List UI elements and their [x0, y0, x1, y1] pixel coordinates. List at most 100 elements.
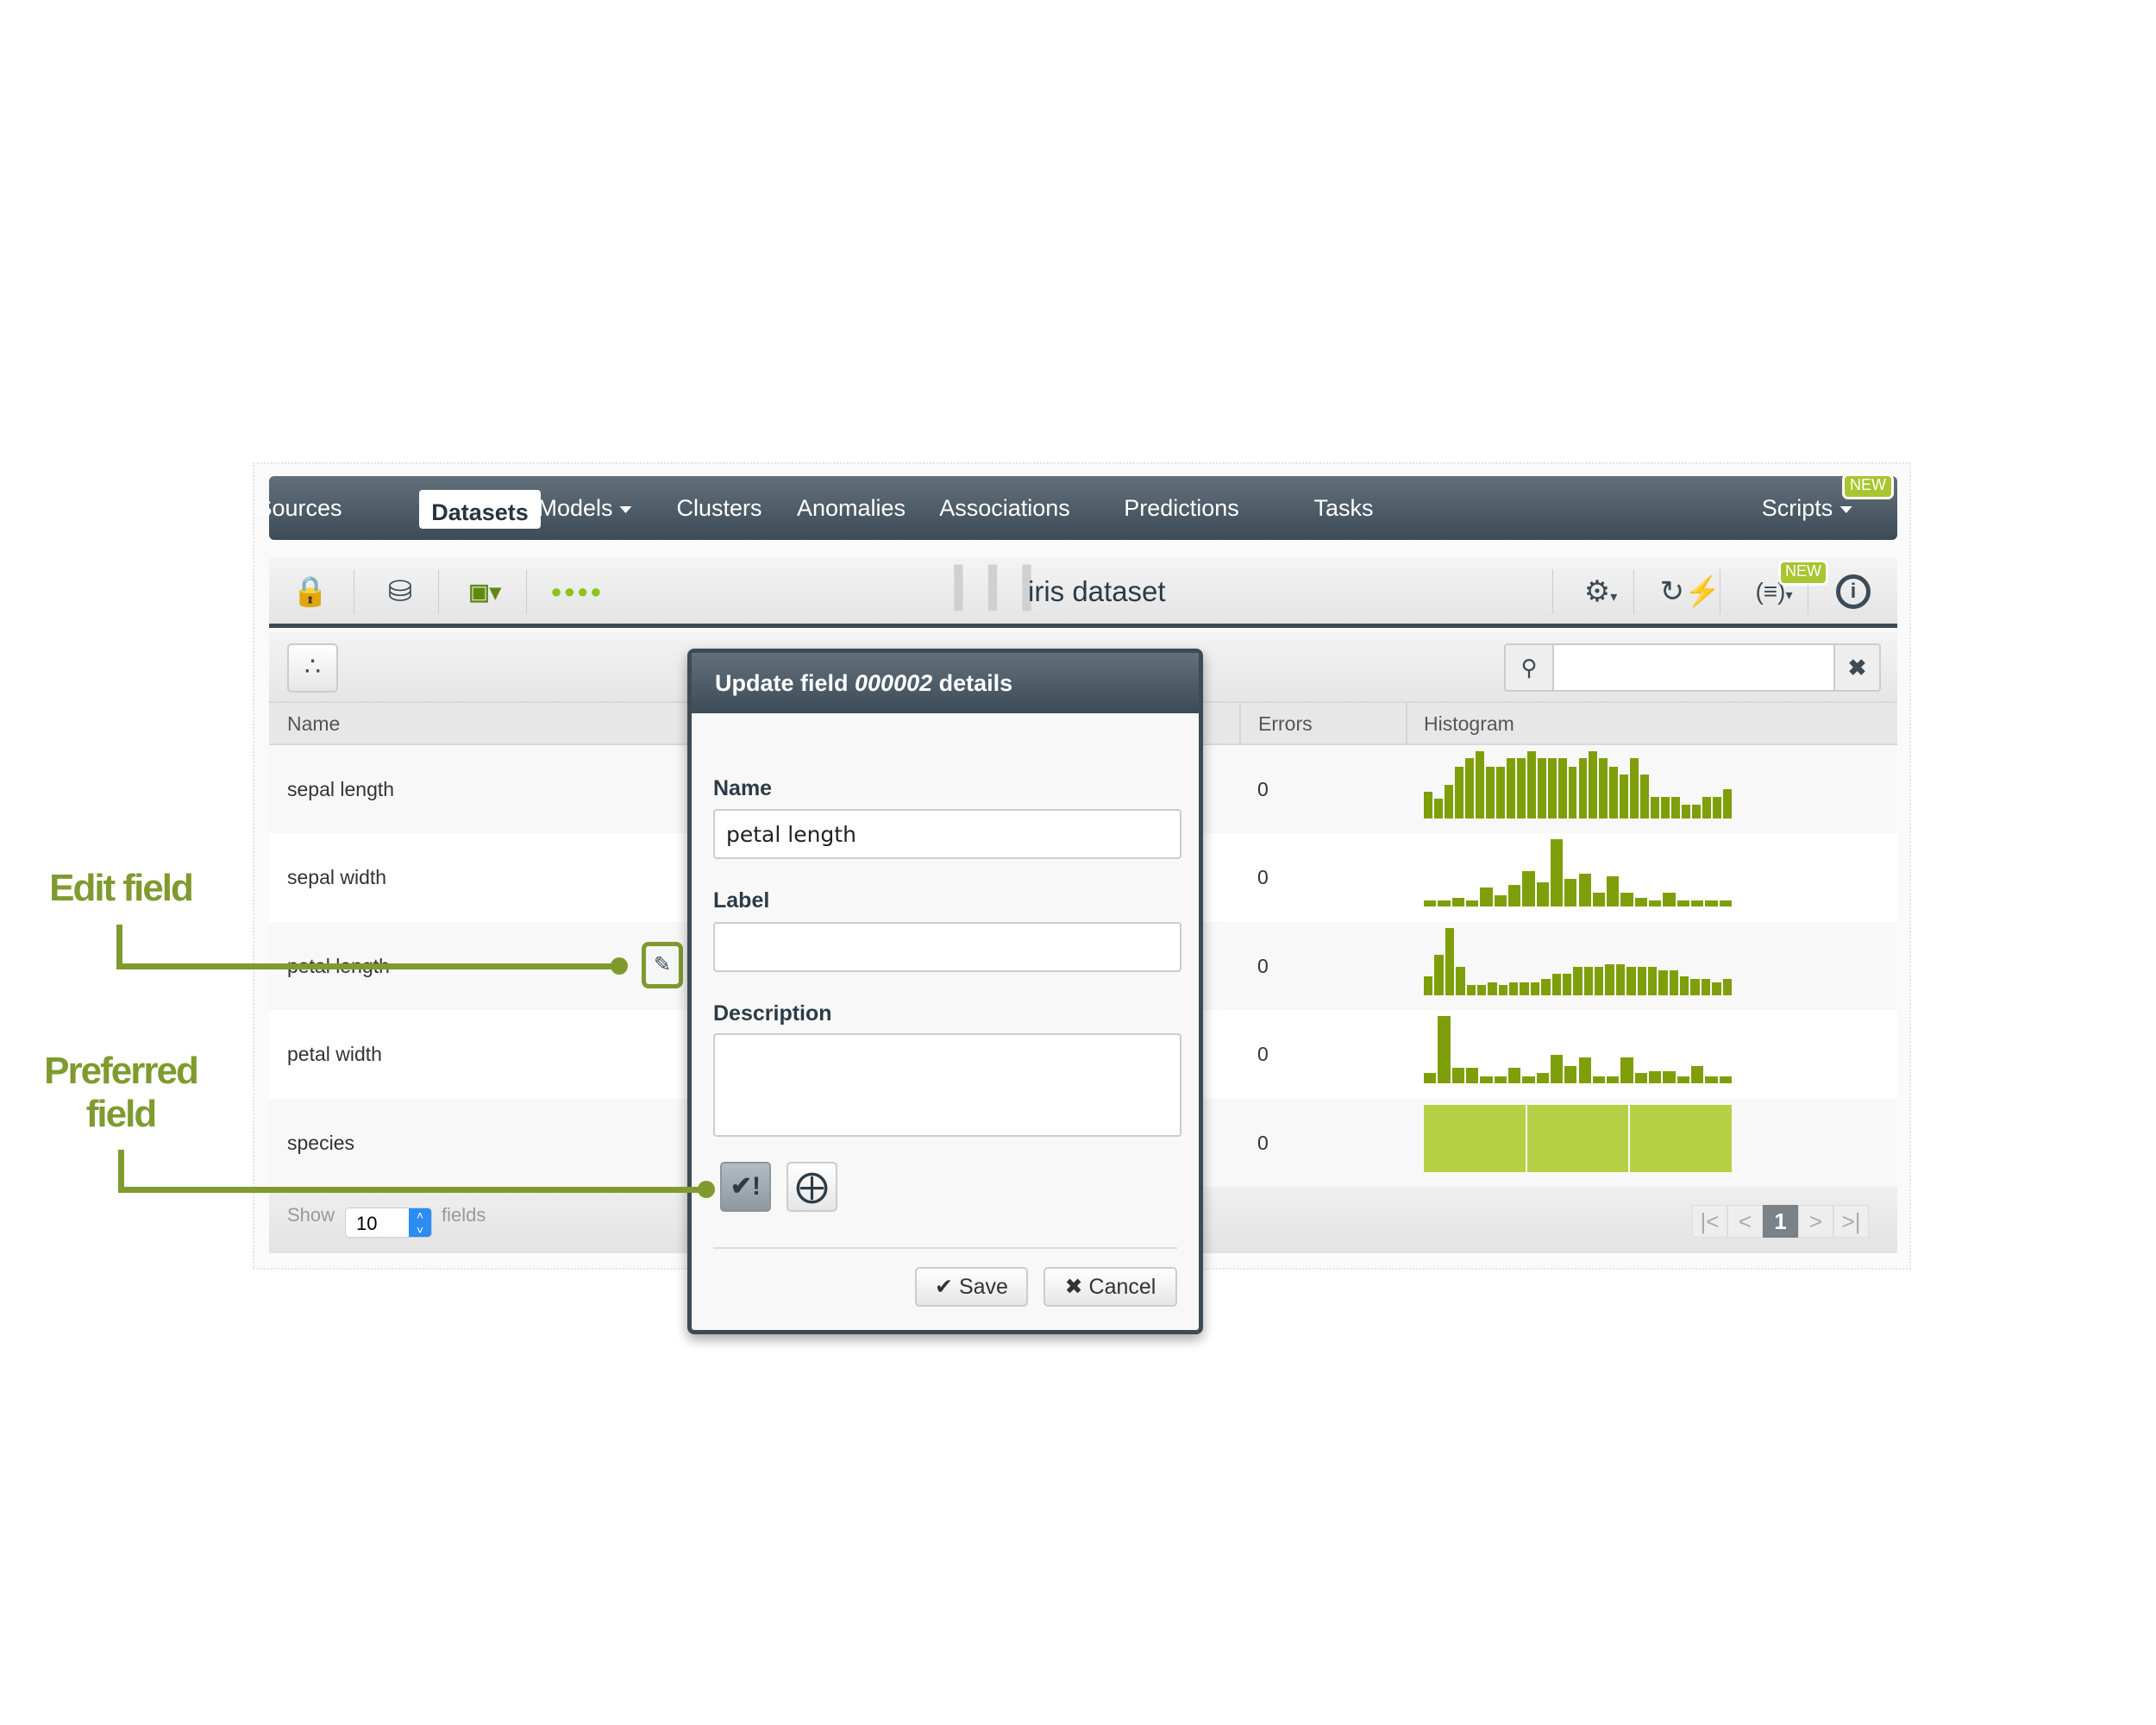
histogram-bar — [1671, 797, 1681, 819]
histogram-bar — [1536, 1073, 1549, 1084]
clear-search-icon[interactable]: ✖ — [1835, 645, 1879, 690]
divider — [1552, 569, 1553, 614]
histogram-bar — [1480, 887, 1493, 907]
histogram-bar — [1494, 1076, 1507, 1084]
histogram-bar — [1550, 1054, 1564, 1084]
histogram-bar — [1578, 874, 1591, 907]
histogram-bar — [1564, 879, 1577, 907]
histogram-bar — [1713, 797, 1722, 819]
nav-clusters[interactable]: Clusters — [676, 476, 761, 540]
objective-field-button[interactable]: ⨁ — [787, 1162, 837, 1212]
histogram-bar — [1605, 963, 1614, 995]
new-badge: NEW — [1842, 474, 1894, 499]
next-page-button[interactable]: > — [1798, 1205, 1833, 1238]
histogram-bar — [1526, 751, 1536, 819]
nav-associations[interactable]: Associations — [939, 476, 1070, 540]
dots-icon: ●●●● — [550, 580, 604, 602]
cancel-button[interactable]: ✖ Cancel — [1044, 1267, 1177, 1307]
name-input[interactable] — [713, 809, 1181, 859]
histogram-bar — [1444, 785, 1453, 819]
title-suffix: details — [932, 670, 1013, 696]
description-textarea[interactable] — [713, 1033, 1181, 1137]
histogram-bar — [1637, 967, 1646, 995]
histogram-bar — [1562, 973, 1572, 995]
histogram-bar — [1424, 791, 1432, 819]
save-button[interactable]: ✔ Save — [915, 1267, 1028, 1307]
histogram-bar — [1677, 1076, 1690, 1084]
chevron-down-icon — [619, 505, 632, 513]
prev-page-button[interactable]: < — [1727, 1205, 1763, 1238]
histogram-bar — [1620, 1057, 1633, 1084]
gear-icon[interactable]: ⚙▾ — [1584, 574, 1618, 615]
histogram-bar — [1530, 982, 1540, 995]
sort-numbers-icon[interactable]: ▣▾ — [468, 574, 501, 609]
histogram-bar — [1522, 1076, 1535, 1084]
nav-scripts-label: Scripts — [1761, 495, 1833, 521]
histogram-bar — [1583, 967, 1594, 995]
histogram-bar — [1578, 1057, 1591, 1084]
database-search-icon[interactable]: ⛁ — [388, 574, 413, 609]
check-icon: ✔ — [935, 1275, 959, 1299]
nav-datasets[interactable]: Datasets — [419, 490, 541, 529]
first-page-button[interactable]: |< — [1692, 1205, 1727, 1238]
field-errors: 0 — [1257, 866, 1269, 889]
histogram-bar — [1634, 1073, 1648, 1084]
divider — [1239, 703, 1241, 744]
lightning-cycle-icon[interactable]: ↻⚡ — [1660, 574, 1721, 609]
histogram-bar — [1451, 1068, 1464, 1084]
search-icon: ⚲ — [1520, 655, 1538, 681]
annotation-line — [118, 1187, 709, 1193]
per-page-select[interactable]: 10 ˄ ˅ — [345, 1208, 432, 1238]
field-errors: 0 — [1257, 954, 1269, 977]
histogram-bar — [1592, 1076, 1606, 1084]
search-input[interactable] — [1552, 645, 1835, 690]
last-page-button[interactable]: >| — [1833, 1205, 1869, 1238]
histogram-bar — [1578, 757, 1588, 819]
edit-field-button[interactable]: ✎ — [642, 942, 683, 988]
label-input[interactable] — [713, 922, 1181, 972]
nav-tasks[interactable]: Tasks — [1313, 476, 1373, 540]
name-label: Name — [713, 776, 773, 800]
field-name: petal width — [287, 1043, 382, 1066]
histogram-bar — [1537, 757, 1546, 819]
info-icon[interactable]: i — [1836, 574, 1871, 609]
histogram-bar — [1550, 839, 1564, 907]
nav-anomalies[interactable]: Anomalies — [797, 476, 906, 540]
column-name[interactable]: Name — [287, 703, 340, 744]
divider — [713, 1247, 1177, 1249]
histogram-bar — [1705, 900, 1718, 907]
new-badge: NEW — [1778, 560, 1828, 586]
nav-sources[interactable]: Sources — [256, 476, 342, 540]
histogram-bar — [1507, 1068, 1521, 1084]
divider — [1633, 569, 1634, 614]
histogram-bar — [1702, 797, 1712, 819]
dataset-bars-icon: ❙❙❙ — [939, 560, 1046, 610]
histogram-bar — [1626, 967, 1636, 995]
preferred-field-toggle[interactable]: ✔! — [720, 1162, 771, 1212]
histogram-bar — [1522, 871, 1535, 907]
lock-icon[interactable]: 🔒 — [292, 574, 329, 609]
histogram-bar — [1498, 985, 1508, 995]
histogram-bar — [1551, 973, 1561, 995]
nav-models[interactable]: Models — [537, 476, 632, 540]
page-1-button[interactable]: 1 — [1763, 1205, 1798, 1238]
histogram-bar — [1661, 797, 1670, 819]
scatterplot-search-button[interactable]: ∴ — [287, 643, 338, 693]
field-name: sepal width — [287, 866, 387, 889]
check-exclamation-icon: ✔! — [730, 1172, 761, 1201]
histogram-bar — [1424, 975, 1433, 995]
histogram-bar — [1509, 982, 1519, 995]
divider — [526, 569, 527, 614]
histogram-bar — [1445, 927, 1455, 995]
nav-predictions[interactable]: Predictions — [1124, 476, 1239, 540]
histogram-bar — [1663, 1071, 1676, 1084]
histogram-bar — [1712, 982, 1721, 995]
column-errors[interactable]: Errors — [1258, 703, 1313, 744]
description-label: Description — [713, 1001, 832, 1026]
histogram-bar — [1494, 895, 1507, 907]
histogram-bar — [1592, 893, 1606, 907]
field-name: sepal length — [287, 778, 395, 800]
nav-scripts[interactable]: Scripts — [1762, 476, 1852, 540]
histogram-bar — [1680, 975, 1689, 995]
histogram-bar — [1454, 766, 1463, 819]
